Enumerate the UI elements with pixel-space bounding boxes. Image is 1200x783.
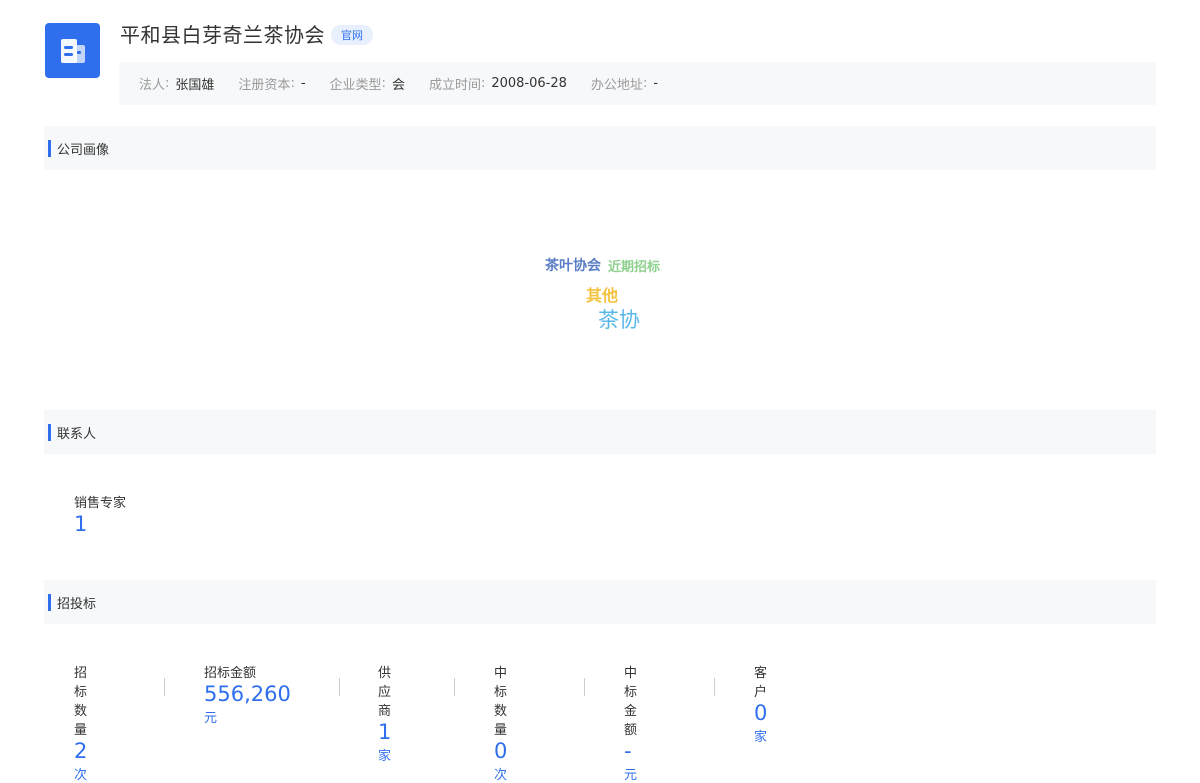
building-icon	[60, 38, 85, 63]
cloud-word: 茶叶协会	[545, 258, 601, 274]
stat-divider	[584, 678, 585, 696]
stat-divider	[339, 678, 340, 696]
stat-value: 2	[74, 739, 88, 763]
stat-value: 0	[754, 701, 768, 725]
stat-label: 招标金额	[204, 666, 257, 681]
stat-win-amount[interactable]: 中标金额 - 元	[624, 662, 637, 783]
company-name: 平和县白芽奇兰茶协会	[120, 22, 325, 47]
info-registered-capital: 注册资本: -	[238, 76, 306, 93]
company-info-bar: 法人: 张国雄 注册资本: - 企业类型: 会 成立时间: 2008-06-28…	[119, 62, 1156, 105]
stat-label: 中标金额	[624, 666, 638, 738]
official-site-badge[interactable]: 官网	[331, 25, 373, 45]
company-logo	[45, 23, 100, 78]
stat-value: 0	[494, 739, 508, 763]
section-title: 联系人	[57, 426, 97, 442]
info-label: 注册资本	[238, 78, 291, 93]
stat-value: 1	[378, 720, 392, 744]
stat-unit: 次	[494, 768, 508, 783]
cloud-word: 近期招标	[608, 260, 661, 275]
info-label: 办公地址	[590, 78, 643, 93]
info-office-address: 办公地址: -	[590, 76, 659, 93]
stat-unit: 家	[378, 749, 392, 764]
stat-divider	[454, 678, 455, 696]
stat-win-count[interactable]: 中标数量 0 次	[494, 662, 507, 783]
section-title: 公司画像	[57, 142, 110, 158]
contact-count[interactable]: 1	[74, 511, 126, 537]
info-company-type: 企业类型: 会	[329, 76, 405, 93]
stat-divider	[714, 678, 715, 696]
stat-value: 556,260	[204, 682, 291, 706]
stat-unit: 元	[624, 768, 638, 783]
info-label: 成立时间	[428, 78, 481, 93]
info-value: -	[653, 76, 659, 91]
cloud-word: 其他	[586, 286, 619, 305]
section-title: 招投标	[57, 596, 97, 612]
company-header: 平和县白芽奇兰茶协会 官网 法人: 张国雄 注册资本: - 企业类型: 会 成立…	[45, 18, 1156, 106]
section-company-portrait: 公司画像	[44, 126, 1156, 170]
stat-label: 客户	[754, 666, 768, 700]
stat-bid-count[interactable]: 招标数量 2 次	[74, 662, 87, 783]
stat-value: -	[624, 739, 632, 763]
stat-bid-amount[interactable]: 招标金额 556,260 元	[204, 662, 291, 726]
info-label: 法人	[139, 78, 166, 93]
section-contacts: 联系人	[44, 410, 1156, 454]
info-value: -	[300, 76, 306, 91]
info-founded-date: 成立时间: 2008-06-28	[428, 76, 567, 93]
stat-unit: 元	[204, 711, 218, 726]
stat-label: 招标数量	[74, 666, 88, 738]
section-bidding: 招投标	[44, 580, 1156, 624]
stat-label: 供应商	[378, 666, 392, 719]
info-value: 2008-06-28	[491, 76, 567, 91]
cloud-word: 茶协	[598, 308, 640, 332]
contact-label: 销售专家	[74, 496, 127, 511]
stat-customer[interactable]: 客户 0 家	[754, 662, 767, 745]
stat-unit: 家	[754, 730, 768, 745]
stat-supplier[interactable]: 供应商 1 家	[378, 662, 391, 764]
stat-label: 中标数量	[494, 666, 508, 738]
section-accent-bar	[48, 423, 51, 441]
section-accent-bar	[48, 139, 51, 157]
info-legal-person: 法人: 张国雄	[139, 76, 215, 93]
info-value: 张国雄	[175, 78, 215, 93]
info-value: 会	[391, 78, 405, 93]
word-cloud: 茶叶协会 近期招标 其他 茶协	[44, 170, 1156, 410]
stat-divider	[164, 678, 165, 696]
contact-sales-expert[interactable]: 销售专家 1	[74, 492, 126, 537]
stat-unit: 次	[74, 768, 88, 783]
info-label: 企业类型	[329, 78, 382, 93]
section-accent-bar	[48, 593, 51, 611]
